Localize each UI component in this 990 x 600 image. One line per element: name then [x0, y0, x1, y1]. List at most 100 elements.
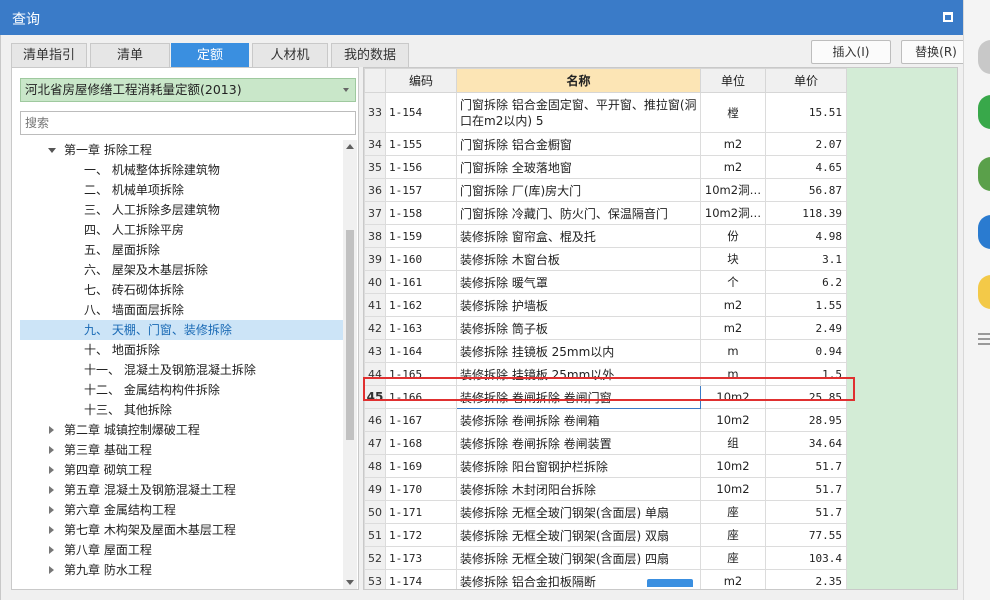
code-cell[interactable]: 1-155	[385, 132, 457, 156]
price-cell[interactable]: 2.07	[765, 132, 847, 156]
name-cell[interactable]: 装修拆除 挂镜板 25mm以外	[456, 362, 701, 386]
price-cell[interactable]: 1.55	[765, 293, 847, 317]
name-cell[interactable]: 装修拆除 卷闸拆除 卷闸门窗	[456, 385, 701, 409]
price-cell[interactable]: 3.1	[765, 247, 847, 271]
code-cell[interactable]: 1-171	[385, 500, 457, 524]
price-cell[interactable]: 2.49	[765, 316, 847, 340]
name-cell[interactable]: 门窗拆除 铝合金橱窗	[456, 132, 701, 156]
code-cell[interactable]: 1-166	[385, 385, 457, 409]
name-cell[interactable]: 装修拆除 筒子板	[456, 316, 701, 340]
tree-chapter[interactable]: 第四章 砌筑工程	[12, 460, 343, 480]
unit-cell[interactable]: 樘	[700, 92, 766, 133]
unit-cell[interactable]: m2	[700, 132, 766, 156]
table-row[interactable]: 35 1-156 门窗拆除 全玻落地窗 m2 4.65	[364, 155, 847, 179]
code-cell[interactable]: 1-156	[385, 155, 457, 179]
tree-chapter[interactable]: 第七章 木构架及屋面木基层工程	[12, 520, 343, 540]
code-cell[interactable]: 1-164	[385, 339, 457, 363]
price-cell[interactable]: 2.35	[765, 569, 847, 589]
tree-scrollbar[interactable]	[343, 140, 357, 589]
unit-cell[interactable]: 个	[700, 270, 766, 294]
name-cell[interactable]: 装修拆除 暖气罩	[456, 270, 701, 294]
price-cell[interactable]: 77.55	[765, 523, 847, 547]
name-cell[interactable]: 门窗拆除 铝合金固定窗、平开窗、推拉窗(洞口在m2以内) 5	[456, 92, 701, 133]
table-row[interactable]: 33 1-154 门窗拆除 铝合金固定窗、平开窗、推拉窗(洞口在m2以内) 5 樘 15…	[364, 92, 847, 133]
unit-cell[interactable]: 10m2	[700, 477, 766, 501]
tree-chapter[interactable]: 第八章 屋面工程	[12, 540, 343, 560]
scroll-down-icon[interactable]	[346, 580, 354, 585]
unit-cell[interactable]: 块	[700, 247, 766, 271]
tab-labor-material-machine[interactable]: 人材机	[252, 43, 328, 67]
unit-cell[interactable]: m2	[700, 293, 766, 317]
expand-closed-icon[interactable]	[49, 426, 54, 434]
unit-cell[interactable]: 10m2	[700, 408, 766, 432]
price-cell[interactable]: 51.7	[765, 500, 847, 524]
table-row[interactable]: 48 1-169 装修拆除 阳台窗钢护栏拆除 10m2 51.7	[364, 454, 847, 478]
table-row[interactable]: 42 1-163 装修拆除 筒子板 m2 2.49	[364, 316, 847, 340]
tree-chapter[interactable]: 第一章 拆除工程	[12, 140, 343, 160]
name-cell[interactable]: 装修拆除 卷闸拆除 卷闸装置	[456, 431, 701, 455]
table-row[interactable]: 43 1-164 装修拆除 挂镜板 25mm以内 m 0.94	[364, 339, 847, 363]
unit-cell[interactable]: 份	[700, 224, 766, 248]
unit-cell[interactable]: m2	[700, 155, 766, 179]
code-cell[interactable]: 1-173	[385, 546, 457, 570]
price-cell[interactable]: 34.64	[765, 431, 847, 455]
table-row[interactable]: 44 1-165 装修拆除 挂镜板 25mm以外 m 1.5	[364, 362, 847, 386]
tree-section[interactable]: 九、 天棚、门窗、装修拆除	[20, 320, 343, 340]
unit-cell[interactable]: 座	[700, 546, 766, 570]
table-row[interactable]: 47 1-168 装修拆除 卷闸拆除 卷闸装置组 34.64	[364, 431, 847, 455]
name-cell[interactable]: 装修拆除 护墙板	[456, 293, 701, 317]
price-cell[interactable]: 25.85	[765, 385, 847, 409]
name-cell[interactable]: 装修拆除 挂镜板 25mm以内	[456, 339, 701, 363]
price-cell[interactable]: 1.5	[765, 362, 847, 386]
code-cell[interactable]: 1-158	[385, 201, 457, 225]
panel-collapse-handle[interactable]	[647, 579, 693, 587]
code-cell[interactable]: 1-154	[385, 92, 457, 133]
name-cell[interactable]: 装修拆除 无框全玻门钢架(含面层) 四扇	[456, 546, 701, 570]
price-cell[interactable]: 4.65	[765, 155, 847, 179]
name-cell[interactable]: 装修拆除 阳台窗钢护栏拆除	[456, 454, 701, 478]
unit-cell[interactable]: 座	[700, 523, 766, 547]
table-row[interactable]: 45 1-166 装修拆除 卷闸拆除 卷闸门窗 10m2 25.85	[364, 385, 847, 409]
code-header[interactable]: 编码	[385, 68, 457, 93]
code-cell[interactable]: 1-169	[385, 454, 457, 478]
expand-closed-icon[interactable]	[49, 546, 54, 554]
name-cell[interactable]: 装修拆除 木封闭阳台拆除	[456, 477, 701, 501]
app-icon[interactable]	[978, 95, 990, 129]
table-row[interactable]: 38 1-159 装修拆除 窗帘盒、棍及托份 4.98	[364, 224, 847, 248]
expand-closed-icon[interactable]	[49, 446, 54, 454]
unit-cell[interactable]: m	[700, 339, 766, 363]
tree-section[interactable]: 二、 机械单项拆除	[20, 180, 343, 200]
price-cell[interactable]: 51.7	[765, 477, 847, 501]
code-cell[interactable]: 1-168	[385, 431, 457, 455]
name-header[interactable]: 名称	[456, 68, 701, 93]
unit-cell[interactable]: m	[700, 362, 766, 386]
name-cell[interactable]: 装修拆除 无框全玻门钢架(含面层) 单扇	[456, 500, 701, 524]
code-cell[interactable]: 1-170	[385, 477, 457, 501]
table-row[interactable]: 53 1-174 装修拆除 铝合金扣板隔断 m2 2.35	[364, 569, 847, 589]
price-cell[interactable]: 103.4	[765, 546, 847, 570]
table-row[interactable]: 50 1-171 装修拆除 无框全玻门钢架(含面层) 单扇座 51.7	[364, 500, 847, 524]
name-cell[interactable]: 装修拆除 卷闸拆除 卷闸箱	[456, 408, 701, 432]
table-row[interactable]: 37 1-158 门窗拆除 冷藏门、防火门、保温隔音门 10m2洞… 118.39	[364, 201, 847, 225]
price-cell[interactable]: 28.95	[765, 408, 847, 432]
expand-closed-icon[interactable]	[49, 486, 54, 494]
tree-chapter[interactable]: 第三章 基础工程	[12, 440, 343, 460]
expand-closed-icon[interactable]	[49, 526, 54, 534]
tree-section[interactable]: 五、 屋面拆除	[20, 240, 343, 260]
code-cell[interactable]: 1-172	[385, 523, 457, 547]
unit-cell[interactable]: 10m2洞…	[700, 201, 766, 225]
insert-button[interactable]: 插入(I)	[811, 40, 891, 64]
tree-section[interactable]: 八、 墙面面层拆除	[20, 300, 343, 320]
code-cell[interactable]: 1-167	[385, 408, 457, 432]
star-icon[interactable]	[978, 275, 990, 309]
name-cell[interactable]: 门窗拆除 冷藏门、防火门、保温隔音门	[456, 201, 701, 225]
table-row[interactable]: 51 1-172 装修拆除 无框全玻门钢架(含面层) 双扇座 77.55	[364, 523, 847, 547]
tree-scroll-thumb[interactable]	[346, 230, 354, 440]
price-cell[interactable]: 0.94	[765, 339, 847, 363]
table-row[interactable]: 39 1-160 装修拆除 木窗台板块 3.1	[364, 247, 847, 271]
name-cell[interactable]: 装修拆除 木窗台板	[456, 247, 701, 271]
price-cell[interactable]: 4.98	[765, 224, 847, 248]
tree-section[interactable]: 四、 人工拆除平房	[20, 220, 343, 240]
price-cell[interactable]: 51.7	[765, 454, 847, 478]
scroll-up-icon[interactable]	[346, 144, 354, 149]
